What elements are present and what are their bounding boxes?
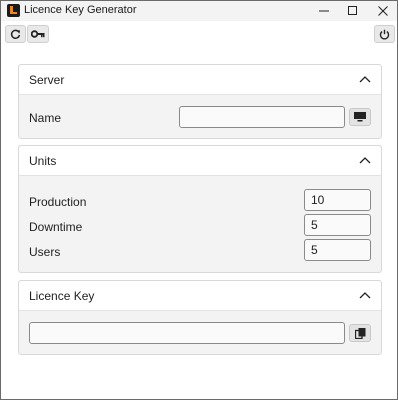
chevron-up-icon[interactable]	[359, 74, 371, 84]
server-name-label: Name	[29, 111, 62, 125]
units-panel-header[interactable]: Units	[19, 146, 381, 176]
copy-key-button[interactable]	[349, 324, 371, 342]
minimize-icon	[319, 10, 329, 12]
maximize-icon	[348, 6, 357, 15]
server-panel-header[interactable]: Server	[19, 65, 381, 95]
licence-key-panel: Licence Key	[18, 280, 382, 355]
server-panel: Server Name	[18, 64, 382, 139]
production-input[interactable]: 10	[304, 189, 371, 211]
monitor-icon	[354, 112, 366, 122]
copy-icon	[354, 327, 365, 339]
server-name-input[interactable]	[179, 106, 345, 128]
maximize-button[interactable]	[338, 1, 368, 21]
close-button[interactable]	[368, 1, 398, 21]
minimize-button[interactable]	[309, 1, 339, 21]
users-label: Users	[29, 245, 61, 259]
downtime-input[interactable]: 5	[304, 214, 371, 236]
licence-key-panel-header[interactable]: Licence Key	[19, 281, 381, 311]
title-bar[interactable]: Licence Key Generator	[1, 1, 397, 21]
app-logo-icon	[7, 4, 20, 17]
refresh-button[interactable]	[5, 25, 26, 43]
chevron-up-icon[interactable]	[359, 290, 371, 300]
power-icon	[379, 29, 390, 39]
browse-server-button[interactable]	[349, 108, 371, 126]
app-window: Licence Key Generator Server Name Units …	[0, 0, 398, 400]
users-input[interactable]: 5	[304, 239, 371, 261]
power-button[interactable]	[374, 25, 395, 43]
licence-key-panel-title: Licence Key	[29, 289, 95, 303]
key-icon	[31, 30, 45, 38]
chevron-up-icon[interactable]	[359, 155, 371, 165]
window-title: Licence Key Generator	[24, 4, 137, 16]
units-panel-title: Units	[29, 154, 57, 168]
downtime-label: Downtime	[29, 220, 83, 234]
server-panel-title: Server	[29, 73, 65, 87]
close-icon	[378, 6, 388, 16]
generate-key-button[interactable]	[27, 25, 49, 43]
units-panel: Units Production 10 Downtime 5 Users 5	[18, 145, 382, 273]
production-label: Production	[29, 195, 87, 209]
refresh-icon	[10, 29, 21, 39]
licence-key-output[interactable]	[29, 322, 345, 344]
